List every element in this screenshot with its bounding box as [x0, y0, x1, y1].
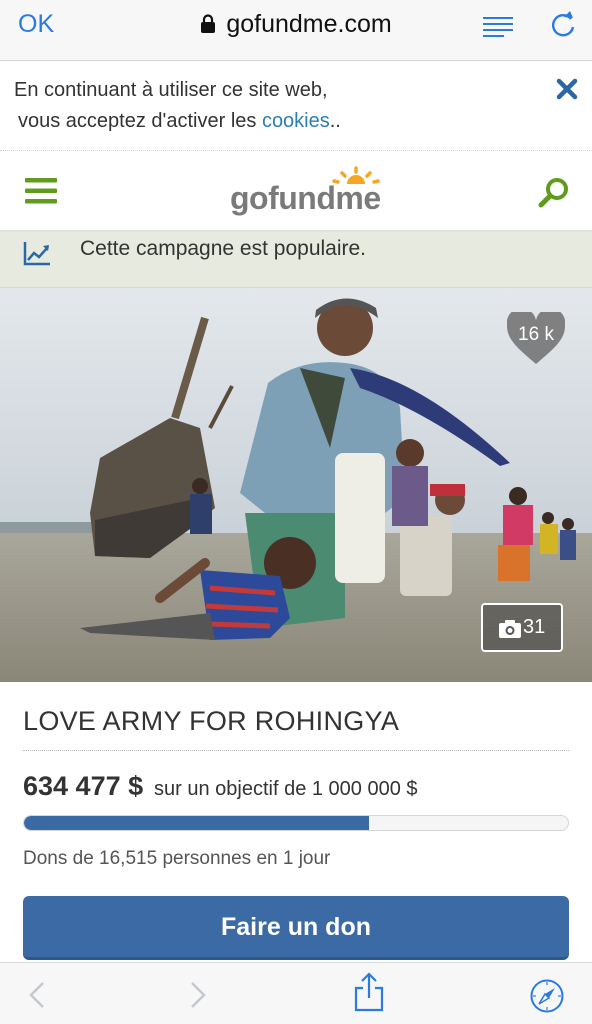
cookie-banner: En continuant à utiliser ce site web, vo…: [0, 61, 592, 151]
search-icon[interactable]: [538, 176, 570, 208]
reload-icon[interactable]: [549, 10, 577, 40]
cookie-text-line2: vous acceptez d'activer les cookies..: [18, 110, 341, 133]
funding-progress-bar: [23, 815, 569, 831]
campaign-title: LOVE ARMY FOR ROHINGYA: [23, 706, 400, 736]
lock-icon: [201, 14, 216, 33]
back-icon[interactable]: [29, 981, 45, 1009]
photo-count: 31: [523, 616, 546, 638]
compass-icon[interactable]: [530, 979, 564, 1013]
gofundme-logo[interactable]: gofundme: [230, 166, 386, 218]
donors-text: Dons de 16,515 personnes en 1 jour: [23, 848, 331, 869]
trending-chart-icon: [23, 242, 50, 266]
amount-raised: 634 477 $: [23, 771, 144, 801]
share-icon[interactable]: [354, 972, 384, 1012]
cookies-link[interactable]: cookies: [262, 110, 330, 132]
donate-button[interactable]: Faire un don: [23, 896, 569, 960]
browser-toolbar: [0, 962, 592, 1024]
campaign-hero-image[interactable]: 16 k 31: [0, 288, 592, 682]
popular-banner: Cette campagne est populaire.: [0, 232, 592, 288]
cookie-text-suffix: ..: [329, 110, 341, 132]
cookie-text-line1: En continuant à utiliser ce site web,: [14, 79, 328, 101]
close-icon[interactable]: [556, 78, 578, 100]
favorite-button[interactable]: 16 k: [506, 308, 566, 366]
camera-icon: [499, 620, 521, 638]
progress-fill: [24, 816, 369, 830]
hamburger-menu-icon[interactable]: [25, 178, 57, 204]
favorite-count: 16 k: [518, 324, 554, 345]
goal-text: sur un objectif de 1 000 000 $: [154, 778, 418, 800]
logo-text: gofundme: [230, 180, 381, 216]
divider: [23, 750, 569, 751]
browser-url-bar: OK gofundme.com: [0, 0, 592, 61]
photo-gallery-button[interactable]: 31: [481, 603, 563, 652]
popular-text: Cette campagne est populaire.: [80, 237, 367, 260]
domain-text: gofundme.com: [226, 10, 392, 38]
reader-icon[interactable]: [482, 16, 514, 38]
cookie-text-prefix: vous acceptez d'activer les: [18, 110, 262, 132]
forward-icon[interactable]: [190, 981, 206, 1009]
